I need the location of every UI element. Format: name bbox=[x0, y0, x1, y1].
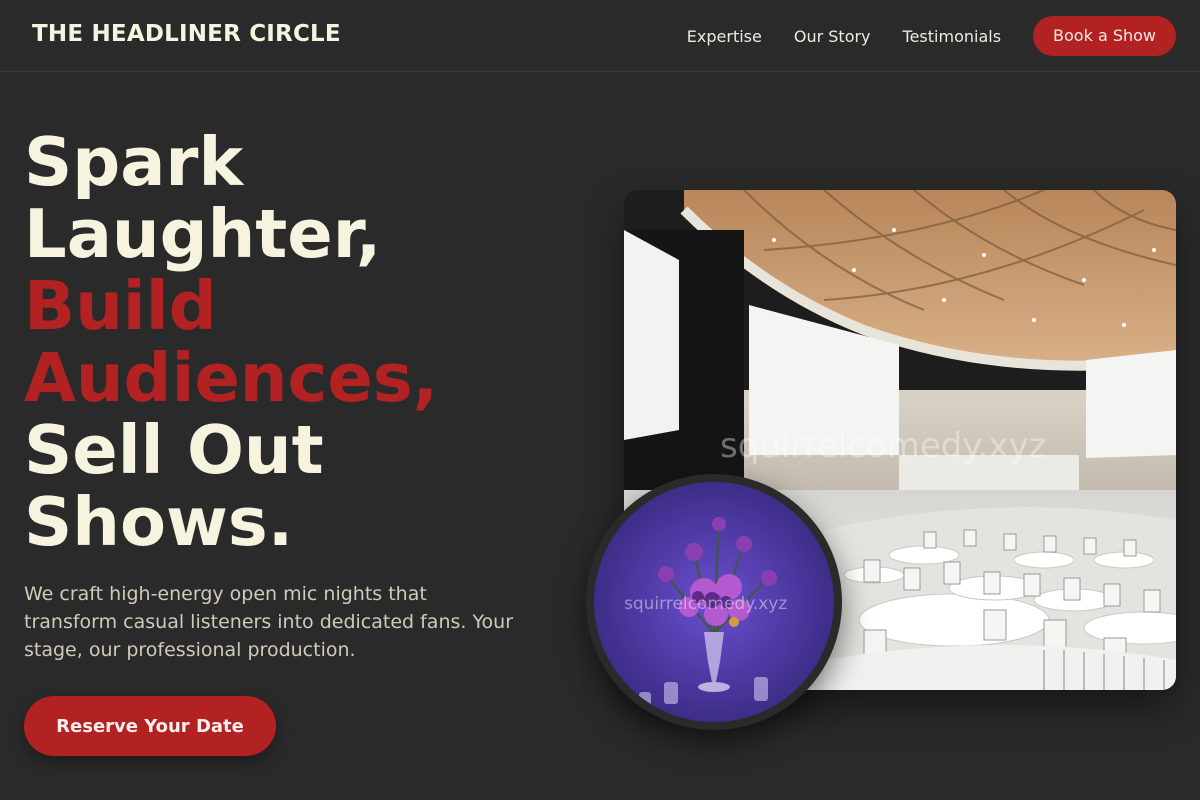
centerpiece-photo: squirrelcomedy.xyz bbox=[594, 482, 834, 722]
brand-logo[interactable]: THE HEADLINER CIRCLE bbox=[32, 21, 341, 47]
nav-link-our-story[interactable]: Our Story bbox=[794, 27, 871, 46]
hero-subtext: We craft high-energy open mic nights tha… bbox=[24, 583, 514, 661]
main-nav: Expertise Our Story Testimonials Book a … bbox=[687, 0, 1176, 72]
centerpiece-watermark: squirrelcomedy.xyz bbox=[624, 594, 788, 614]
venue-watermark: squirrelcomedy.xyz bbox=[720, 426, 1047, 466]
book-a-show-button[interactable]: Book a Show bbox=[1033, 16, 1176, 56]
headline-line-6: Shows. bbox=[24, 483, 294, 561]
headline-line-3-accent: Build bbox=[24, 267, 217, 345]
headline-line-4-accent: Audiences, bbox=[24, 339, 439, 417]
centerpiece-photo-frame: squirrelcomedy.xyz bbox=[586, 474, 842, 730]
nav-link-testimonials[interactable]: Testimonials bbox=[903, 27, 1002, 46]
reserve-your-date-button[interactable]: Reserve Your Date bbox=[24, 696, 276, 756]
site-header: THE HEADLINER CIRCLE Expertise Our Story… bbox=[0, 0, 1200, 72]
nav-link-expertise[interactable]: Expertise bbox=[687, 27, 762, 46]
headline-line-5: Sell Out bbox=[24, 411, 324, 489]
headline-line-1: Spark bbox=[24, 123, 244, 201]
hero-headline: Spark Laughter, Build Audiences, Sell Ou… bbox=[24, 126, 584, 558]
headline-line-2: Laughter, bbox=[24, 195, 382, 273]
